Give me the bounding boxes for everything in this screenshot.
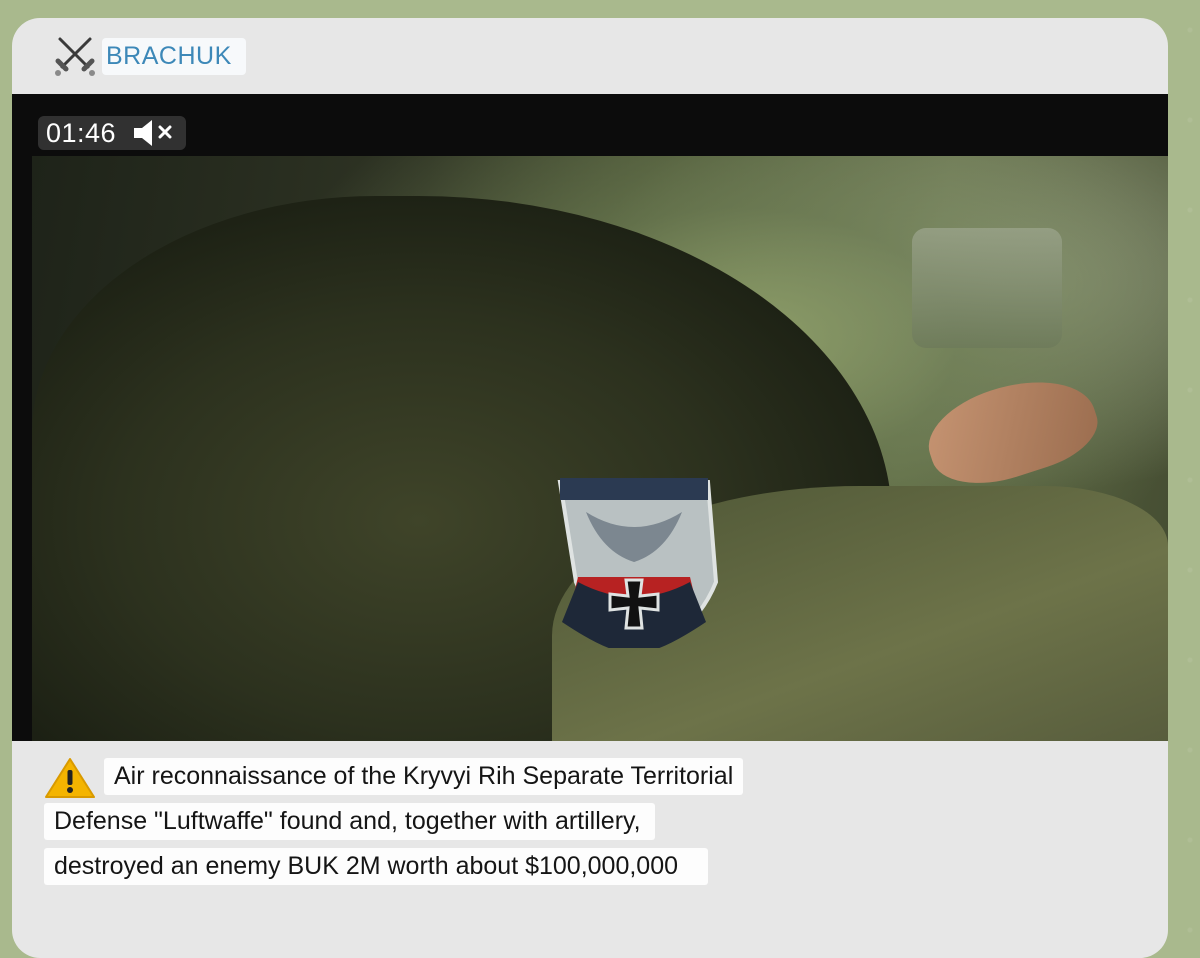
video-frame xyxy=(32,156,1168,741)
caption-line: destroyed an enemy BUK 2M worth about $1… xyxy=(44,848,709,885)
video-hud[interactable]: 01:46 xyxy=(38,116,187,150)
car-window xyxy=(912,228,1062,348)
warning-icon xyxy=(45,758,95,798)
shield-patch-image xyxy=(557,478,719,648)
crossed-swords-icon xyxy=(55,37,95,76)
caption-line: Air reconnaissance of the Kryvyi Rih Sep… xyxy=(104,758,744,795)
muted-speaker-icon[interactable] xyxy=(132,118,178,148)
message-caption: Air reconnaissance of the Kryvyi Rih Sep… xyxy=(44,758,1104,893)
video-player[interactable] xyxy=(12,94,1168,741)
soldier-hand xyxy=(917,361,1107,501)
channel-header[interactable]: BRACHUK xyxy=(52,36,246,76)
video-duration: 01:46 xyxy=(46,117,117,148)
caption-line: Defense "Luftwaffe" found and, together … xyxy=(44,803,655,840)
channel-name[interactable]: BRACHUK xyxy=(102,37,246,75)
